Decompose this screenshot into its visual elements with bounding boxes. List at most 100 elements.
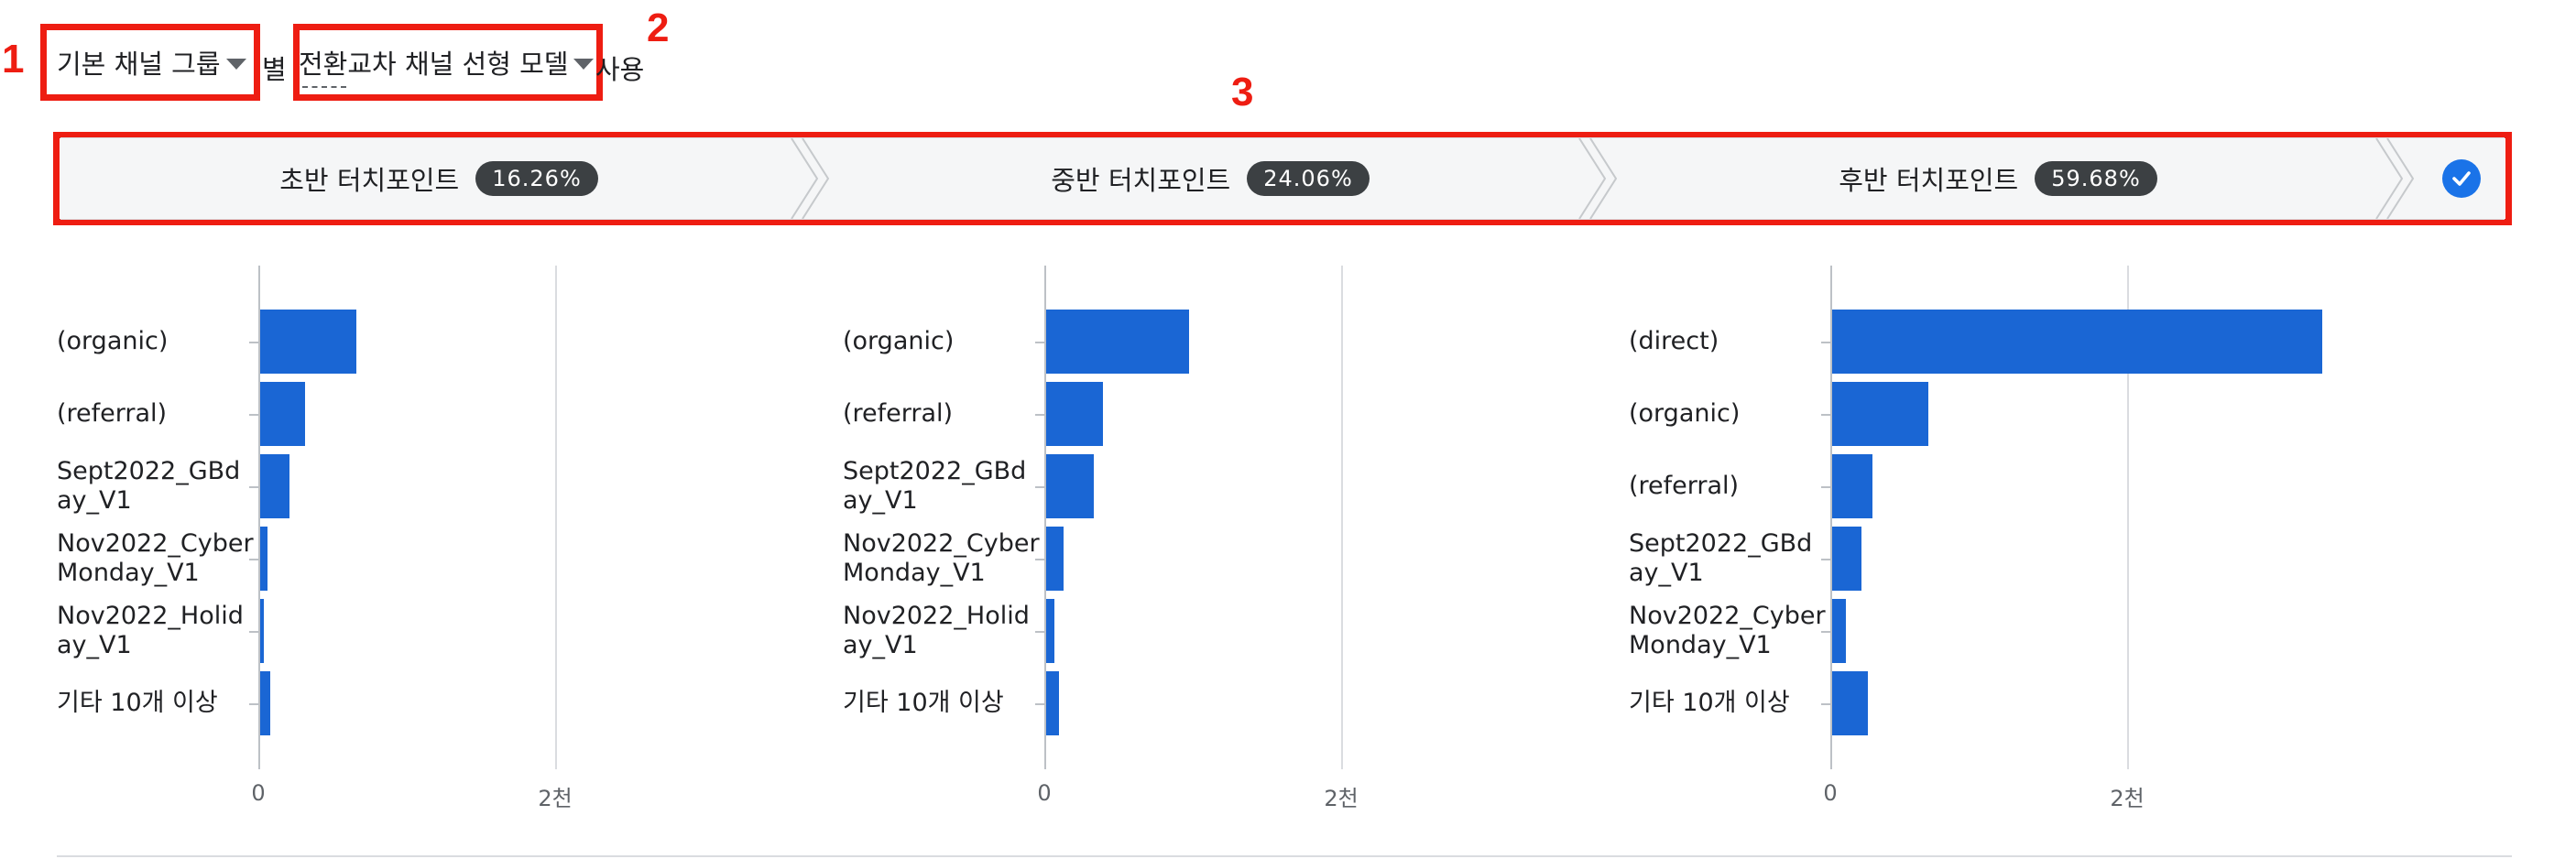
category-label-line: Sept2022_GBd bbox=[1629, 529, 1813, 558]
category-label: Nov2022_Cyber Monday_V1 bbox=[843, 527, 1044, 591]
x-tick-label: 2천 bbox=[2110, 786, 2145, 811]
category-label-line: Nov2022_Cyber bbox=[1629, 602, 1826, 630]
category-label-line: ay_V1 bbox=[843, 631, 918, 659]
attribution-model-dropdown[interactable]: 전환교차 채널 선형 모델 bbox=[299, 26, 595, 99]
category-label-text: (organic) bbox=[1629, 399, 1740, 429]
chevron-separator bbox=[2375, 138, 2415, 219]
bar[interactable] bbox=[260, 454, 290, 518]
bar[interactable] bbox=[1046, 527, 1064, 591]
category-label: Nov2022_Holid ay_V1 bbox=[57, 599, 258, 663]
percent-badge: 59.68% bbox=[2035, 161, 2157, 196]
annotation-number-3: 3 bbox=[1231, 70, 1254, 114]
category-label-line: (organic) bbox=[57, 327, 169, 355]
x-tick-label: 2천 bbox=[1324, 786, 1359, 811]
category-label-line: (referral) bbox=[1629, 472, 1740, 500]
category-label-text: Sept2022_GBd ay_V1 bbox=[1629, 529, 1812, 588]
bar[interactable] bbox=[1832, 527, 1862, 591]
category-label: Nov2022_Cyber Monday_V1 bbox=[57, 527, 258, 591]
category-label-text: (referral) bbox=[1629, 472, 1739, 501]
chevron-separator bbox=[791, 138, 830, 219]
category-label-text: (referral) bbox=[57, 399, 167, 429]
bar[interactable] bbox=[1832, 671, 1868, 735]
bar[interactable] bbox=[1832, 310, 2322, 374]
category-label-text: (organic) bbox=[57, 327, 168, 356]
category-label-line: Nov2022_Cyber bbox=[843, 529, 1040, 558]
category-label: Nov2022_Holid ay_V1 bbox=[843, 599, 1044, 663]
category-label-line: 기타 10개 이상 bbox=[1629, 689, 1790, 717]
category-label: (referral) bbox=[843, 382, 1044, 446]
caret-down-icon bbox=[573, 59, 595, 70]
gridline-2k bbox=[555, 266, 557, 769]
caret-down-icon bbox=[225, 59, 246, 70]
bar[interactable] bbox=[260, 382, 305, 446]
category-label-line: (referral) bbox=[843, 399, 954, 428]
check-circle-icon[interactable] bbox=[2442, 159, 2481, 198]
bar[interactable] bbox=[1046, 310, 1189, 374]
category-label-line: Nov2022_Cyber bbox=[57, 529, 254, 558]
gridline-2k bbox=[1341, 266, 1343, 769]
category-label-line: 기타 10개 이상 bbox=[57, 689, 218, 717]
category-label-line: Monday_V1 bbox=[1629, 631, 1772, 659]
category-label-text: 기타 10개 이상 bbox=[843, 689, 1004, 718]
category-label: (organic) bbox=[57, 310, 258, 374]
bar[interactable] bbox=[1832, 382, 1929, 446]
model-underline bbox=[302, 86, 346, 88]
bar[interactable] bbox=[1832, 599, 1846, 663]
channel-group-label: 기본 채널 그룹 bbox=[57, 49, 221, 80]
bar[interactable] bbox=[260, 599, 265, 663]
annotation-number-2: 2 bbox=[647, 5, 670, 50]
bar[interactable] bbox=[1046, 671, 1059, 735]
category-label: 기타 10개 이상 bbox=[1629, 671, 1830, 735]
by-label: 별 bbox=[262, 54, 287, 85]
bar[interactable] bbox=[260, 527, 268, 591]
category-label-line: Nov2022_Holid bbox=[57, 602, 244, 630]
category-label-text: (direct) bbox=[1629, 327, 1719, 356]
category-label-line: ay_V1 bbox=[843, 486, 918, 515]
category-label-text: Sept2022_GBd ay_V1 bbox=[57, 457, 240, 516]
category-label-text: 기타 10개 이상 bbox=[1629, 689, 1790, 718]
bar[interactable] bbox=[1046, 454, 1094, 518]
category-label-line: Sept2022_GBd bbox=[57, 457, 241, 485]
bottom-divider bbox=[57, 855, 2512, 857]
step-mid-touchpoint[interactable]: 중반 터치포인트 24.06% bbox=[832, 138, 1588, 219]
category-label-line: (organic) bbox=[1629, 399, 1741, 428]
percent-badge: 16.26% bbox=[475, 161, 598, 196]
category-label-text: (referral) bbox=[843, 399, 953, 429]
category-label-text: 기타 10개 이상 bbox=[57, 689, 218, 718]
use-label: 사용 bbox=[595, 54, 645, 85]
x-tick-label: 0 bbox=[1037, 780, 1052, 806]
category-label: Nov2022_Cyber Monday_V1 bbox=[1629, 599, 1830, 663]
category-label: (referral) bbox=[1629, 454, 1830, 518]
category-label-line: (organic) bbox=[843, 327, 955, 355]
bar[interactable] bbox=[1046, 599, 1054, 663]
touchpoint-step-bar: 초반 터치포인트 16.26% 중반 터치포인트 24.06% 후반 터치포인트… bbox=[60, 137, 2505, 220]
category-label-line: (direct) bbox=[1629, 327, 1719, 355]
channel-group-dropdown[interactable]: 기본 채널 그룹 bbox=[57, 26, 246, 99]
percent-badge: 24.06% bbox=[1247, 161, 1370, 196]
x-tick-label: 2천 bbox=[538, 786, 573, 811]
x-tick-label: 0 bbox=[1823, 780, 1838, 806]
category-label: (organic) bbox=[1629, 382, 1830, 446]
category-label-text: Nov2022_Cyber Monday_V1 bbox=[57, 529, 254, 588]
step-label: 초반 터치포인트 bbox=[279, 165, 460, 196]
category-label-line: ay_V1 bbox=[1629, 559, 1704, 587]
category-label: 기타 10개 이상 bbox=[843, 671, 1044, 735]
category-label-text: Nov2022_Holid ay_V1 bbox=[843, 602, 1030, 660]
category-label-line: Monday_V1 bbox=[57, 559, 200, 587]
category-label-line: 기타 10개 이상 bbox=[843, 689, 1004, 717]
category-label: (referral) bbox=[57, 382, 258, 446]
category-label-line: Nov2022_Holid bbox=[843, 602, 1030, 630]
bar[interactable] bbox=[260, 310, 357, 374]
category-label: (organic) bbox=[843, 310, 1044, 374]
category-label-text: Sept2022_GBd ay_V1 bbox=[843, 457, 1026, 516]
step-label: 후반 터치포인트 bbox=[1839, 165, 2019, 196]
step-early-touchpoint[interactable]: 초반 터치포인트 16.26% bbox=[60, 138, 817, 219]
bar[interactable] bbox=[1046, 382, 1103, 446]
category-label-text: Nov2022_Cyber Monday_V1 bbox=[843, 529, 1040, 588]
category-label-text: Nov2022_Holid ay_V1 bbox=[57, 602, 244, 660]
step-late-touchpoint[interactable]: 후반 터치포인트 59.68% bbox=[1620, 138, 2376, 219]
step-label: 중반 터치포인트 bbox=[1051, 165, 1231, 196]
category-label-line: Sept2022_GBd bbox=[843, 457, 1027, 485]
bar[interactable] bbox=[260, 671, 271, 735]
bar[interactable] bbox=[1832, 454, 1872, 518]
